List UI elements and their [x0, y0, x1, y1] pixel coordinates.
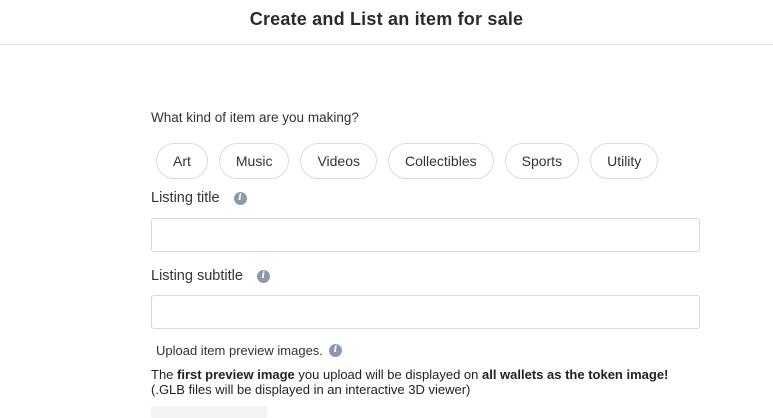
listing-subtitle-input[interactable]: [151, 295, 700, 329]
info-icon[interactable]: i: [328, 344, 342, 357]
item-kind-question: What kind of item are you making?: [151, 110, 359, 125]
item-kind-collectibles-chip[interactable]: Collectibles: [388, 143, 494, 179]
desc-bold-text: all wallets as the token image!: [481, 367, 669, 382]
upload-images-label-text: Upload item preview images.: [156, 343, 323, 358]
info-icon[interactable]: i: [233, 191, 247, 205]
item-kind-videos-chip[interactable]: Videos: [300, 143, 378, 179]
item-kind-music-chip[interactable]: Music: [218, 143, 290, 179]
upload-dropzone[interactable]: [151, 406, 267, 418]
listing-subtitle-label-text: Listing subtitle: [151, 268, 243, 284]
page-header: Create and List an item for sale: [0, 0, 773, 45]
listing-subtitle-label: Listing subtitle i: [151, 268, 270, 284]
listing-title-input[interactable]: [151, 218, 700, 252]
item-kind-options: Art Music Videos Collectibles Sports Uti…: [156, 143, 659, 179]
upload-description-line2: (.GLB files will be displayed in an inte…: [151, 382, 471, 397]
item-kind-utility-chip[interactable]: Utility: [590, 143, 659, 179]
desc-text: The: [151, 367, 178, 382]
info-icon[interactable]: i: [256, 269, 270, 283]
item-kind-sports-chip[interactable]: Sports: [504, 143, 580, 179]
upload-description-line1: The first preview image you upload will …: [151, 367, 668, 382]
page-title: Create and List an item for sale: [249, 9, 524, 29]
item-kind-art-chip[interactable]: Art: [156, 143, 208, 179]
upload-description: The first preview image you upload will …: [151, 367, 668, 397]
listing-title-label: Listing title i: [151, 190, 247, 206]
desc-bold-text: first preview image: [177, 367, 295, 382]
listing-title-label-text: Listing title: [151, 190, 220, 206]
upload-images-label: Upload item preview images. i: [156, 343, 342, 358]
desc-text: you upload will be displayed on: [294, 367, 482, 382]
